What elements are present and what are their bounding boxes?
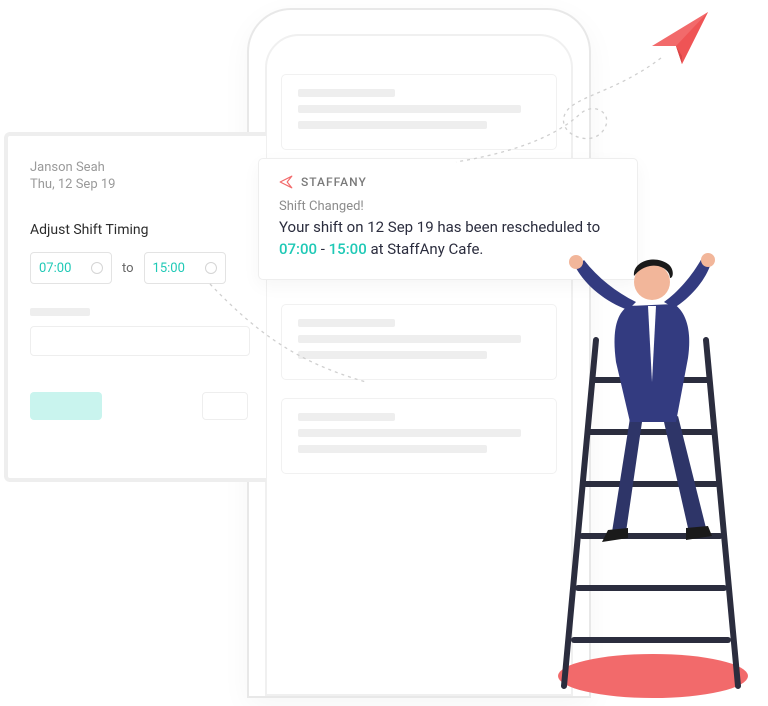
paper-plane-icon — [648, 8, 712, 68]
confirm-button[interactable] — [30, 392, 102, 420]
skeleton-line — [298, 319, 395, 327]
skeleton-line — [298, 105, 521, 113]
staffany-logo-icon — [279, 175, 293, 189]
time-from-value: 07:00 — [39, 261, 71, 276]
skeleton-card — [281, 74, 557, 150]
skeleton-card — [281, 398, 557, 474]
clock-icon — [91, 262, 103, 274]
time-range-row: 07:00 to 15:00 — [30, 252, 266, 284]
skeleton-line — [298, 89, 395, 97]
skeleton-line — [298, 121, 487, 129]
skeleton-card — [281, 304, 557, 380]
notification-time-to: 15:00 — [329, 240, 367, 258]
skeleton-line — [298, 413, 395, 421]
phone-screen — [265, 34, 573, 696]
notification-card[interactable]: STAFFANY Shift Changed! Your shift on 12… — [258, 158, 638, 280]
time-separator: to — [122, 261, 134, 276]
notification-time-from: 07:00 — [279, 240, 317, 258]
notification-body: Your shift on 12 Sep 19 has been resched… — [279, 217, 617, 261]
adjust-shift-panel: Janson Seah Thu, 12 Sep 19 Adjust Shift … — [4, 132, 266, 482]
skeleton-field[interactable] — [30, 326, 250, 356]
user-name: Janson Seah — [30, 160, 266, 175]
skeleton-label — [30, 308, 90, 316]
button-row — [30, 392, 266, 420]
skeleton-line — [298, 429, 521, 437]
user-date: Thu, 12 Sep 19 — [30, 177, 266, 192]
phone-frame — [247, 8, 591, 698]
cancel-button[interactable] — [202, 392, 248, 420]
ground-shadow — [558, 654, 748, 698]
notification-body-post: at StaffAny Cafe. — [367, 240, 484, 258]
notification-dash: - — [317, 240, 329, 258]
notification-body-pre: Your shift on 12 Sep 19 has been resched… — [279, 218, 600, 236]
notification-header: STAFFANY — [279, 175, 617, 189]
adjust-shift-title: Adjust Shift Timing — [30, 222, 266, 238]
skeleton-line — [298, 445, 487, 453]
notification-title: Shift Changed! — [279, 199, 617, 214]
brand-name: STAFFANY — [301, 175, 367, 189]
time-from-input[interactable]: 07:00 — [30, 252, 112, 284]
clock-icon — [205, 262, 217, 274]
time-to-value: 15:00 — [153, 261, 185, 276]
skeleton-line — [298, 351, 487, 359]
time-to-input[interactable]: 15:00 — [144, 252, 226, 284]
skeleton-line — [298, 335, 521, 343]
